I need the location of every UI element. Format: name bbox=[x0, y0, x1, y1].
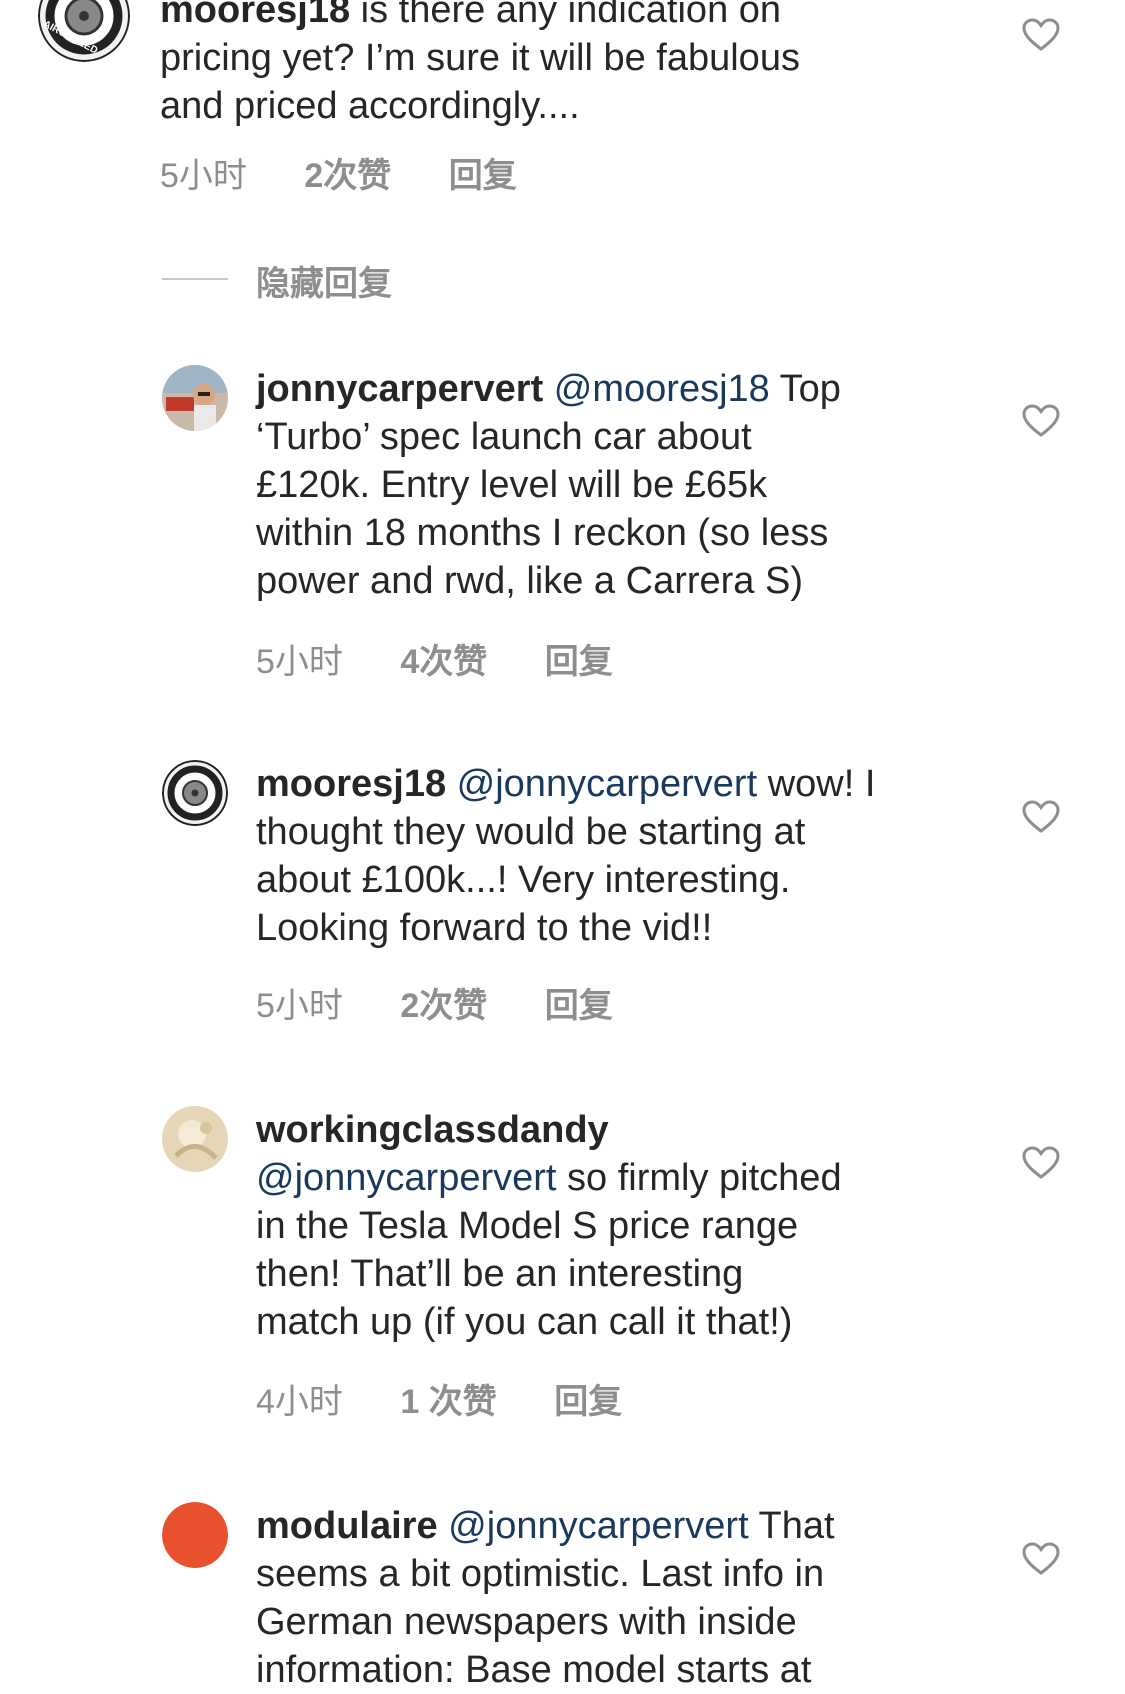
heart-icon[interactable] bbox=[1022, 1146, 1060, 1180]
comment-line: £120k. Entry level will be £65k bbox=[256, 464, 768, 506]
comment-text: jonnycarpervert @mooresj18 Top ‘Turbo’ s… bbox=[256, 365, 976, 605]
comment-line: pricing yet? I’m sure it will be fabulou… bbox=[160, 37, 800, 79]
mention-link[interactable]: @jonnycarpervert bbox=[457, 763, 757, 805]
heart-icon[interactable] bbox=[1022, 18, 1060, 52]
like-count-button[interactable]: 2次赞 bbox=[304, 148, 391, 197]
comment-time: 5小时 bbox=[160, 157, 247, 195]
avatar[interactable] bbox=[162, 365, 228, 431]
comment-username[interactable]: jonnycarpervert bbox=[256, 368, 543, 410]
comment-time: 5小时 bbox=[256, 643, 343, 681]
comment-line: is there any indication on bbox=[350, 0, 782, 31]
comment-line: and priced accordingly.... bbox=[160, 85, 580, 127]
comment-text: mooresj18 @jonnycarpervert wow! I though… bbox=[256, 760, 976, 952]
comment-line: ‘Turbo’ spec launch car about bbox=[256, 416, 752, 458]
comment-line: Top bbox=[769, 368, 841, 410]
comment-meta: 5小时 4次赞 回复 bbox=[256, 634, 613, 683]
avatar[interactable] bbox=[162, 1106, 228, 1172]
heart-icon[interactable] bbox=[1022, 1542, 1060, 1576]
like-count-button[interactable]: 4次赞 bbox=[400, 634, 487, 683]
comment-meta: 4小时 1 次赞 回复 bbox=[256, 1374, 622, 1423]
avatar[interactable] bbox=[162, 1502, 228, 1568]
mention-link[interactable]: @jonnycarpervert bbox=[256, 1157, 556, 1199]
heart-icon[interactable] bbox=[1022, 404, 1060, 438]
comment-line: That bbox=[748, 1505, 835, 1547]
reply-button[interactable]: 回复 bbox=[554, 1374, 622, 1423]
comment-line: then! That’ll be an interesting bbox=[256, 1253, 744, 1295]
comment-line: seems a bit optimistic. Last info in bbox=[256, 1553, 825, 1595]
like-count-button[interactable]: 2次赞 bbox=[400, 978, 487, 1027]
comment-line: power and rwd, like a Carrera S) bbox=[256, 560, 803, 602]
comment-time: 5小时 bbox=[256, 987, 343, 1025]
mention-link[interactable]: @jonnycarpervert bbox=[448, 1505, 748, 1547]
reply-button[interactable]: 回复 bbox=[449, 148, 517, 197]
comment-line: about £100k...! Very interesting. bbox=[256, 859, 791, 901]
hide-replies-button[interactable]: 隐藏回复 bbox=[256, 256, 392, 305]
comment-username[interactable]: mooresj18 bbox=[160, 0, 350, 31]
divider bbox=[162, 278, 228, 280]
mention-link[interactable]: @mooresj18 bbox=[554, 368, 770, 410]
reply-button[interactable]: 回复 bbox=[545, 634, 613, 683]
comment-text: workingclassdandy @jonnycarpervert so fi… bbox=[256, 1106, 976, 1346]
comment-line: match up (if you can call it that!) bbox=[256, 1301, 793, 1343]
comment-text: mooresj18 is there any indication on pri… bbox=[160, 0, 920, 130]
comment-line: thought they would be starting at bbox=[256, 811, 806, 853]
comment-line: in the Tesla Model S price range bbox=[256, 1205, 799, 1247]
heart-icon[interactable] bbox=[1022, 800, 1060, 834]
comment-username[interactable]: workingclassdandy bbox=[256, 1109, 609, 1151]
comment-line: German newspapers with inside bbox=[256, 1601, 797, 1643]
comment-line: Looking forward to the vid!! bbox=[256, 907, 713, 949]
comment-username[interactable]: mooresj18 bbox=[256, 763, 446, 805]
comment-line: within 18 months I reckon (so less bbox=[256, 512, 829, 554]
reply-button[interactable]: 回复 bbox=[545, 978, 613, 1027]
comment-line: so firmly pitched bbox=[556, 1157, 842, 1199]
comment-time: 4小时 bbox=[256, 1383, 343, 1421]
comment-meta: 5小时 2次赞 回复 bbox=[160, 148, 517, 197]
avatar[interactable]: AIRCOOLED bbox=[38, 0, 130, 62]
comment-line: wow! I bbox=[757, 763, 876, 805]
comment-username[interactable]: modulaire bbox=[256, 1505, 438, 1547]
avatar[interactable] bbox=[162, 760, 228, 826]
comment-line: information: Base model starts at bbox=[256, 1649, 812, 1691]
comment-meta: 5小时 2次赞 回复 bbox=[256, 978, 613, 1027]
like-count-button[interactable]: 1 次赞 bbox=[400, 1374, 496, 1423]
comment-text: modulaire @jonnycarpervert That seems a … bbox=[256, 1502, 976, 1694]
